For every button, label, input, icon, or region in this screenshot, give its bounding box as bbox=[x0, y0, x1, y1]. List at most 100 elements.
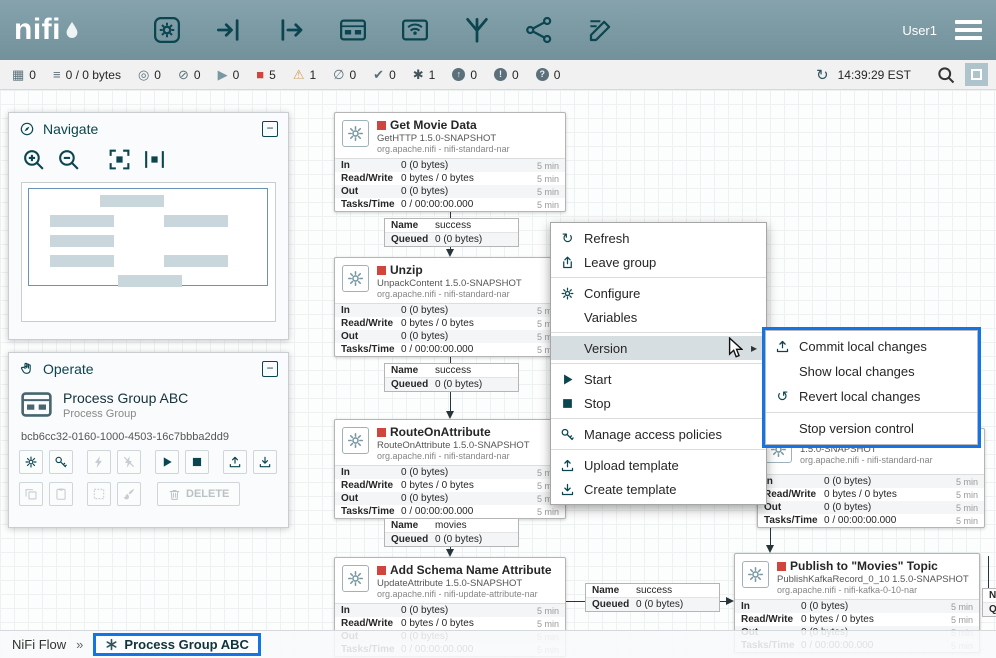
processor-button[interactable] bbox=[148, 11, 186, 49]
connection-label[interactable]: NameQueued bbox=[982, 588, 996, 617]
output-port-button[interactable] bbox=[272, 11, 310, 49]
template-button[interactable] bbox=[520, 11, 558, 49]
processor-type-icon bbox=[342, 265, 369, 292]
status-count: 0 bbox=[29, 68, 36, 82]
connection-queued-row: Queued0 (0 bytes) bbox=[586, 597, 719, 611]
navigate-collapse-button[interactable]: − bbox=[262, 121, 278, 137]
stat-window: 5 min bbox=[537, 174, 559, 184]
stop-icon bbox=[559, 396, 576, 411]
status-right: ↻ 14:39:29 EST bbox=[816, 63, 988, 86]
operate-collapse-button[interactable]: − bbox=[262, 361, 278, 377]
processor-get-movie-data[interactable]: Get Movie DataGetHTTP 1.5.0-SNAPSHOTorg.… bbox=[334, 112, 566, 212]
breadcrumb-bar: NiFi Flow » Process Group ABC bbox=[0, 630, 996, 658]
last-refresh-time: 14:39:29 EST bbox=[838, 68, 911, 82]
menu-item-manage-access-policies[interactable]: Manage access policies bbox=[551, 422, 766, 446]
menu-item-label: Create template bbox=[584, 482, 677, 497]
connection-label-success[interactable]: NamesuccessQueued0 (0 bytes) bbox=[585, 583, 720, 612]
delete-button[interactable]: DELETE bbox=[157, 482, 240, 506]
processor-stats: In0 (0 bytes)5 minRead/Write0 bytes / 0 … bbox=[335, 303, 565, 356]
stat-value: 0 bytes / 0 bytes bbox=[824, 489, 956, 500]
processor-unzip[interactable]: UnzipUnpackContent 1.5.0-SNAPSHOTorg.apa… bbox=[334, 257, 566, 357]
stat-row-out: Out0 (0 bytes)5 min bbox=[335, 185, 565, 198]
processor-type: RouteOnAttribute 1.5.0-SNAPSHOT bbox=[377, 440, 559, 451]
menu-divider bbox=[551, 332, 766, 333]
breadcrumb-root[interactable]: NiFi Flow bbox=[12, 637, 66, 652]
operate-icon bbox=[19, 361, 35, 377]
connection-label-success[interactable]: NamesuccessQueued0 (0 bytes) bbox=[384, 363, 519, 392]
birdseye-minimap[interactable] bbox=[21, 182, 276, 322]
connection-name-label: Name bbox=[592, 585, 632, 596]
remote-process-group-button[interactable] bbox=[396, 11, 434, 49]
menu-icon-spacer bbox=[774, 364, 791, 379]
stat-window: 5 min bbox=[956, 490, 978, 500]
menu-item-leave-group[interactable]: Leave group bbox=[551, 250, 766, 274]
disable-icon bbox=[122, 455, 136, 469]
stop-button[interactable] bbox=[185, 450, 209, 474]
disable-button[interactable] bbox=[117, 450, 141, 474]
stat-value: 0 (0 bytes) bbox=[401, 605, 537, 616]
processor-titles: RouteOnAttributeRouteOnAttribute 1.5.0-S… bbox=[377, 425, 559, 462]
flow-canvas[interactable]: Navigate − Operate − bbox=[0, 90, 996, 658]
panel-toggle-icon bbox=[971, 69, 982, 80]
configure-button[interactable] bbox=[19, 450, 43, 474]
access-policies-button[interactable] bbox=[49, 450, 73, 474]
fill-color-button[interactable] bbox=[117, 482, 141, 506]
menu-item-variables[interactable]: Variables bbox=[551, 305, 766, 329]
create-template-button[interactable] bbox=[253, 450, 277, 474]
menu-item-start[interactable]: Start bbox=[551, 367, 766, 391]
zoom-out-button[interactable] bbox=[56, 147, 81, 172]
menu-item-label: Manage access policies bbox=[584, 427, 722, 442]
navigate-panel: Navigate − bbox=[8, 112, 289, 340]
funnel-button[interactable] bbox=[458, 11, 496, 49]
group-button[interactable] bbox=[87, 482, 111, 506]
breadcrumb-current[interactable]: Process Group ABC bbox=[93, 633, 261, 656]
label-button[interactable] bbox=[582, 11, 620, 49]
search-button[interactable] bbox=[936, 65, 956, 85]
menu-item-commit-local-changes[interactable]: Commit local changes bbox=[766, 334, 977, 359]
zoom-fit-button[interactable] bbox=[107, 147, 132, 172]
menu-item-show-local-changes[interactable]: Show local changes bbox=[766, 359, 977, 384]
refresh-icon: ↻ bbox=[559, 231, 576, 246]
stat-row-in: In0 (0 bytes)5 min bbox=[335, 304, 565, 317]
connection-label-movies[interactable]: NamemoviesQueued0 (0 bytes) bbox=[384, 518, 519, 547]
panel-toggle-button[interactable] bbox=[965, 63, 988, 86]
copy-icon bbox=[24, 487, 38, 501]
global-menu-button[interactable] bbox=[955, 20, 982, 40]
refresh-icon[interactable]: ↻ bbox=[816, 66, 829, 84]
connection-queued-row: Queued0 (0 bytes) bbox=[385, 532, 518, 546]
zoom-in-button[interactable] bbox=[21, 147, 46, 172]
connection-name-row: Name bbox=[983, 589, 996, 602]
stat-label: In bbox=[764, 476, 824, 487]
connection-label-success[interactable]: NamesuccessQueued0 (0 bytes) bbox=[384, 218, 519, 247]
menu-item-revert-local-changes[interactable]: ↺Revert local changes bbox=[766, 384, 977, 409]
input-port-button[interactable] bbox=[210, 11, 248, 49]
enable-button[interactable] bbox=[87, 450, 111, 474]
menu-item-stop[interactable]: Stop bbox=[551, 391, 766, 415]
processor-bundle: org.apache.nifi - nifi-update-attribute-… bbox=[377, 589, 559, 599]
connection-name-value: success bbox=[435, 220, 471, 231]
connection-queued-row: Queued0 (0 bytes) bbox=[385, 377, 518, 391]
processor-routeonattribute[interactable]: RouteOnAttributeRouteOnAttribute 1.5.0-S… bbox=[334, 419, 566, 519]
stat-label: In bbox=[341, 467, 401, 478]
paste-button[interactable] bbox=[49, 482, 73, 506]
process-group-button[interactable] bbox=[334, 11, 372, 49]
connection-arrow-icon bbox=[766, 545, 774, 553]
upload-template-button[interactable] bbox=[223, 450, 247, 474]
stopped-icon: ■ bbox=[256, 68, 264, 81]
submenu-caret-icon: ▸ bbox=[751, 341, 757, 355]
stat-window: 5 min bbox=[537, 161, 559, 171]
stat-window: 5 min bbox=[537, 606, 559, 616]
menu-item-stop-version-control[interactable]: Stop version control bbox=[766, 416, 977, 441]
component-toolbar bbox=[148, 11, 620, 49]
input-port-icon bbox=[214, 15, 244, 45]
copy-button[interactable] bbox=[19, 482, 43, 506]
menu-item-create-template[interactable]: Create template bbox=[551, 477, 766, 501]
menu-item-configure[interactable]: Configure bbox=[551, 281, 766, 305]
stat-value: 0 (0 bytes) bbox=[401, 186, 537, 197]
menu-item-upload-template[interactable]: Upload template bbox=[551, 453, 766, 477]
processor-stats: In0 (0 bytes)5 minRead/Write0 bytes / 0 … bbox=[758, 474, 984, 527]
start-button[interactable] bbox=[155, 450, 179, 474]
menu-item-refresh[interactable]: ↻Refresh bbox=[551, 226, 766, 250]
zoom-actual-button[interactable] bbox=[142, 147, 167, 172]
minimap-block bbox=[164, 215, 228, 227]
